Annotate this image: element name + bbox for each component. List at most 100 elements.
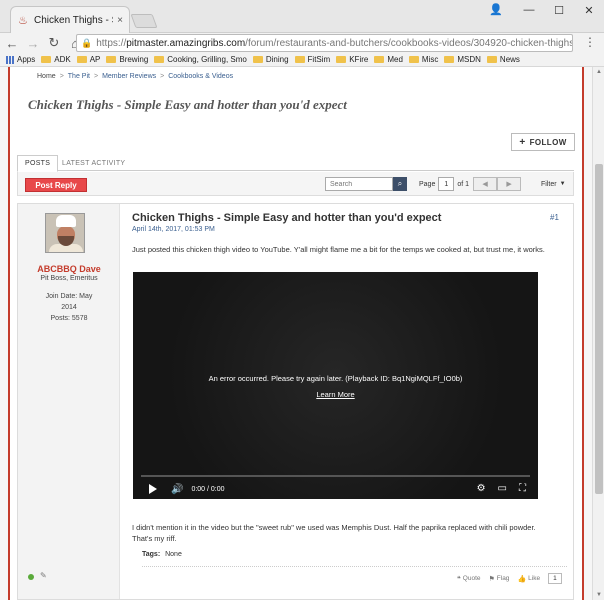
- bookmark-folder[interactable]: Dining: [252, 55, 289, 64]
- author-username[interactable]: ABCBBQ Dave: [18, 264, 120, 274]
- post-date: April 14th, 2017, 01:53 PM: [132, 226, 215, 233]
- bookmark-folder[interactable]: FitSim: [294, 55, 330, 64]
- thread-controls: Post Reply ⌕ Page 1 of 1 ◀ ▶ Filter ▼: [17, 172, 574, 196]
- divider: [142, 566, 567, 567]
- window-controls: — ☐ ✕: [514, 0, 604, 20]
- next-page-icon[interactable]: ▶: [497, 177, 522, 191]
- author-title: Pit Boss, Emeritus: [40, 275, 98, 282]
- user-profile-icon[interactable]: 👤: [489, 3, 503, 17]
- apps-grid-icon: [6, 55, 14, 64]
- play-icon[interactable]: [149, 484, 157, 494]
- bookmark-folder[interactable]: KFire: [336, 55, 368, 64]
- address-bar[interactable]: 🔒 https:// pitmaster.amazingribs.com /fo…: [76, 34, 573, 52]
- avatar-chef-hat: [56, 215, 76, 227]
- post: ABCBBQ Dave Pit Boss, Emeritus Join Date…: [17, 203, 574, 600]
- page-number-input[interactable]: 1: [438, 177, 455, 191]
- bookmark-folder[interactable]: Misc: [408, 55, 438, 64]
- bookmark-folder[interactable]: Med: [374, 55, 403, 64]
- join-year: 2014: [61, 304, 77, 311]
- browser-tab[interactable]: ♨ Chicken Thighs - Simple ×: [10, 6, 130, 33]
- plus-icon: +: [519, 136, 526, 148]
- search-icon[interactable]: ⌕: [393, 177, 407, 191]
- folder-icon: [41, 56, 52, 63]
- pagination: Page 1 of 1 ◀ ▶: [419, 177, 522, 191]
- browser-toolbar: ← → ↻ ⌂ 🔒 https:// pitmaster.amazingribs…: [0, 33, 604, 53]
- scroll-thumb[interactable]: [595, 164, 603, 494]
- video-progress-bar[interactable]: [141, 475, 530, 477]
- bookmark-folder[interactable]: Brewing: [106, 55, 148, 64]
- breadcrumb-separator: >: [59, 73, 64, 80]
- reload-icon[interactable]: ↻: [45, 34, 63, 52]
- breadcrumb-item[interactable]: Cookbooks & Videos: [168, 73, 233, 80]
- pencil-icon[interactable]: ✎: [40, 571, 47, 580]
- video-learn-more-link[interactable]: Learn More: [133, 390, 538, 399]
- bookmark-folder[interactable]: AP: [76, 55, 100, 64]
- like-button[interactable]: 👍 Like: [517, 575, 540, 583]
- folder-icon: [294, 56, 305, 63]
- bookmark-folder[interactable]: Cooking, Grilling, Smo: [154, 55, 247, 64]
- scroll-up-icon[interactable]: ▲: [593, 67, 604, 77]
- flag-icon: ⚑: [488, 575, 495, 583]
- filter-dropdown[interactable]: Filter ▼: [541, 177, 566, 191]
- minimize-button[interactable]: —: [514, 0, 544, 20]
- folder-icon: [76, 56, 87, 63]
- page-title: Chicken Thighs - Simple Easy and hotter …: [28, 97, 347, 112]
- caret-down-icon: ▼: [559, 181, 566, 187]
- post-count: Posts: 5578: [50, 315, 88, 322]
- post-reply-button[interactable]: Post Reply: [25, 178, 87, 192]
- author-info: Join Date: May 2014 Posts: 5578: [18, 291, 120, 324]
- folder-icon: [106, 56, 117, 63]
- page-label: Page: [419, 180, 436, 188]
- page-viewport: Home > The Pit > Member Reviews > Cookbo…: [0, 67, 592, 600]
- forward-arrow-icon[interactable]: →: [24, 34, 42, 52]
- follow-button[interactable]: + FOLLOW: [511, 133, 575, 151]
- breadcrumb-item[interactable]: The Pit: [68, 73, 90, 80]
- video-error-message: An error occurred. Please try again late…: [208, 374, 463, 383]
- post-tabs: POSTS LATEST ACTIVITY: [17, 155, 574, 172]
- post-number[interactable]: #1: [550, 213, 559, 222]
- folder-icon: [154, 56, 165, 63]
- thumbs-up-icon: 👍: [517, 575, 527, 583]
- thread-search-input[interactable]: [325, 177, 393, 191]
- url-path: /forum/restaurants-and-butchers/cookbook…: [245, 37, 572, 49]
- breadcrumb-item[interactable]: Member Reviews: [102, 73, 156, 80]
- tags-label: Tags:: [142, 551, 161, 558]
- bookmark-folder[interactable]: News: [486, 55, 520, 64]
- fullscreen-icon[interactable]: ⛶: [519, 483, 526, 494]
- tab-latest-activity[interactable]: LATEST ACTIVITY: [55, 155, 132, 171]
- cast-icon[interactable]: ▭: [498, 483, 507, 494]
- site-favicon-icon: ♨: [18, 14, 28, 27]
- tab-close-icon[interactable]: ×: [117, 15, 123, 26]
- folder-icon: [444, 56, 455, 63]
- tags-value: None: [165, 551, 182, 558]
- post-actions: ❝ Quote ⚑ Flag 👍 Like 1: [457, 573, 562, 584]
- bookmark-apps[interactable]: Apps: [6, 55, 35, 64]
- avatar[interactable]: [45, 213, 85, 253]
- flag-button[interactable]: ⚑ Flag: [489, 575, 510, 583]
- youtube-video-embed[interactable]: An error occurred. Please try again late…: [133, 272, 538, 499]
- video-controls: 🔊 0:00 / 0:00 ⚙ ▭ ⛶: [133, 480, 538, 498]
- maximize-button[interactable]: ☐: [544, 0, 574, 20]
- url-scheme: https://: [96, 37, 127, 49]
- folder-icon: [486, 56, 497, 63]
- bookmark-folder[interactable]: ADK: [41, 55, 71, 64]
- settings-gear-icon[interactable]: ⚙: [477, 483, 486, 494]
- folder-icon: [408, 56, 419, 63]
- breadcrumb-home[interactable]: Home: [37, 73, 56, 80]
- back-arrow-icon[interactable]: ←: [3, 34, 21, 52]
- browser-tab-bar: ♨ Chicken Thighs - Simple × 👤 — ☐ ✕: [0, 0, 604, 33]
- quote-button[interactable]: ❝ Quote: [457, 575, 481, 583]
- volume-icon[interactable]: 🔊: [171, 484, 183, 495]
- bookmarks-bar: Apps ADK AP Brewing Cooking, Grilling, S…: [0, 53, 604, 67]
- new-tab-button[interactable]: [130, 14, 158, 28]
- browser-menu-icon[interactable]: ⋮: [584, 35, 596, 49]
- page-scrollbar[interactable]: ▲ ▼: [592, 67, 604, 600]
- folder-icon: [336, 56, 347, 63]
- join-date: Join Date: May: [45, 293, 93, 300]
- scroll-down-icon[interactable]: ▼: [593, 590, 604, 600]
- bookmark-folder[interactable]: MSDN: [444, 55, 481, 64]
- tab-posts[interactable]: POSTS: [17, 155, 59, 172]
- quote-icon: ❝: [457, 575, 461, 583]
- close-window-button[interactable]: ✕: [574, 0, 604, 20]
- prev-page-icon[interactable]: ◀: [473, 177, 498, 191]
